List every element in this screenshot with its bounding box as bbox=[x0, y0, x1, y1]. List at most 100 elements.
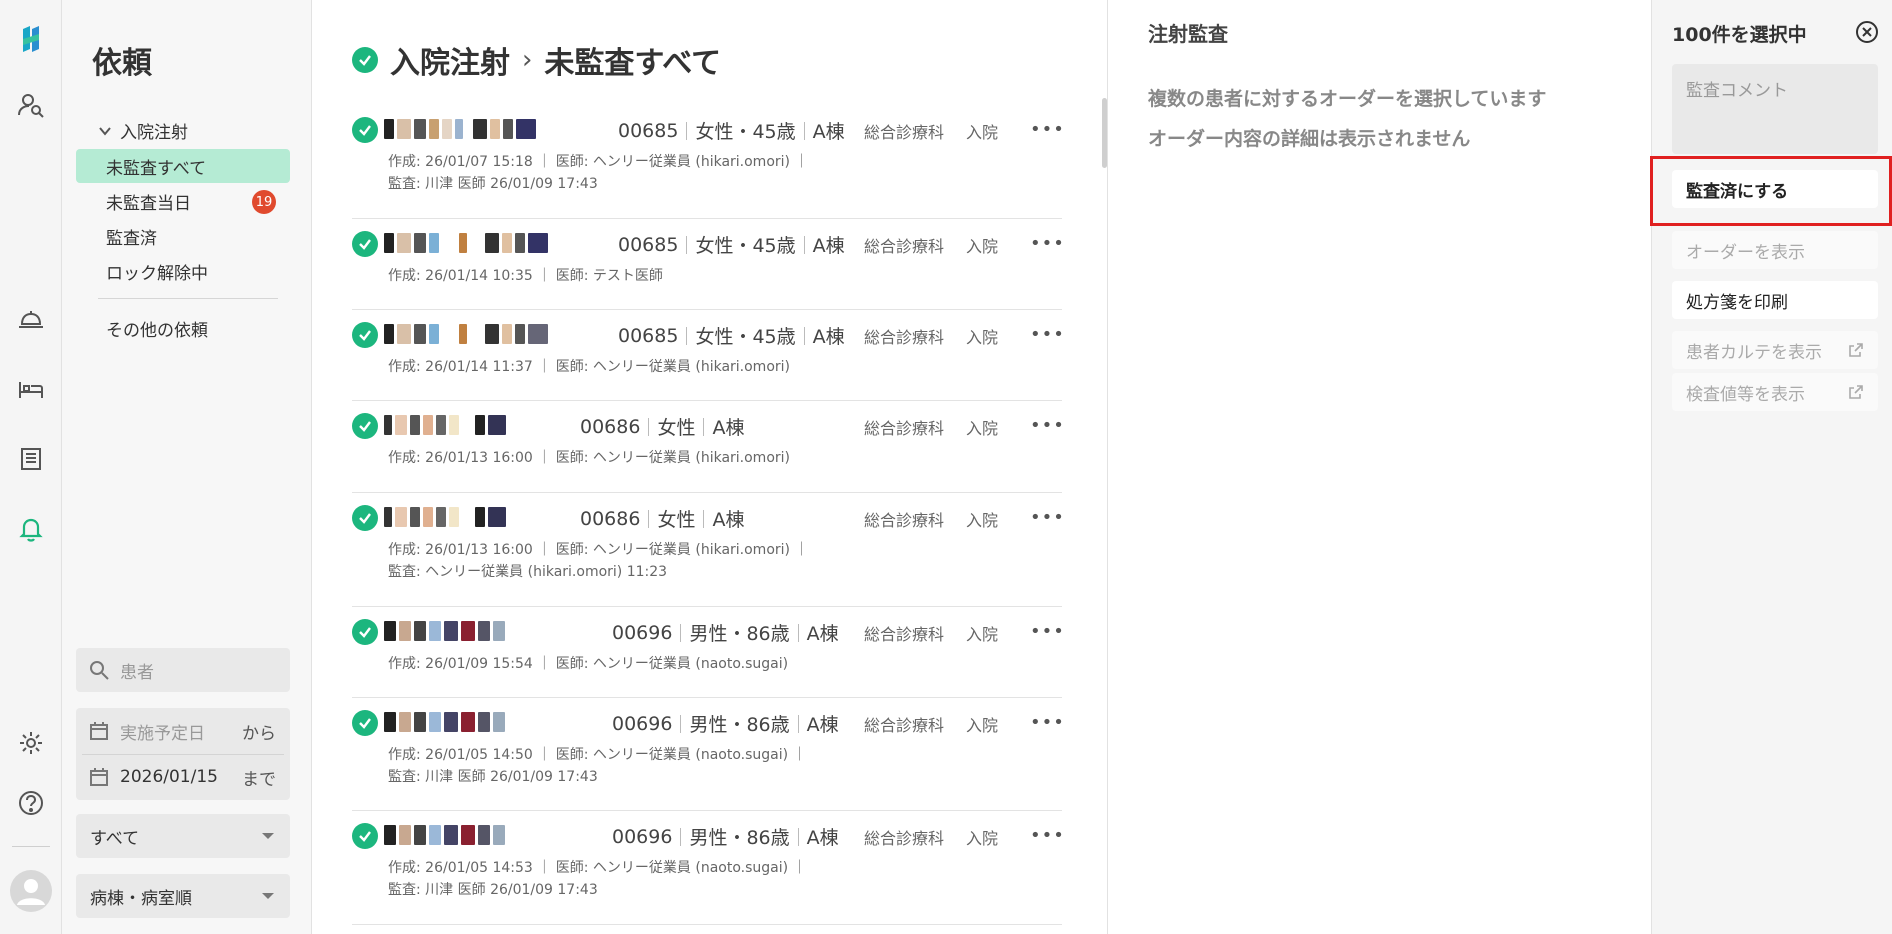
order-row[interactable]: 00696 男性・86歳 A棟 総合診療科 入院 ••• 作成: 26/01/09 15:5… bbox=[352, 607, 1065, 698]
reception-bell-icon[interactable] bbox=[0, 296, 62, 342]
redacted-name-block bbox=[462, 415, 472, 435]
row-check-icon[interactable] bbox=[352, 322, 378, 348]
select-all-check-icon[interactable] bbox=[352, 47, 378, 73]
sidebar: 依頼 入院注射 未監査すべて 未監査当日 19 監査済 ロック解除中 その他の依… bbox=[62, 0, 312, 934]
audit-comment-input[interactable]: 監査コメント bbox=[1672, 64, 1878, 154]
help-icon[interactable] bbox=[0, 780, 62, 826]
row-check-icon[interactable] bbox=[352, 505, 378, 531]
patient-sex-age: 女性・45歳 bbox=[695, 326, 796, 348]
date-to-field[interactable]: 2026/01/15 まで bbox=[76, 754, 290, 800]
row-check-icon[interactable] bbox=[352, 619, 378, 645]
status-filter-select[interactable]: すべて bbox=[76, 814, 290, 858]
redacted-name-block bbox=[414, 621, 426, 641]
close-circle-icon[interactable] bbox=[1855, 20, 1879, 44]
date-from-placeholder: 実施予定日 bbox=[120, 723, 205, 744]
redacted-name-block bbox=[384, 415, 392, 435]
sidebar-item-unaudited-all[interactable]: 未監査すべて bbox=[76, 149, 290, 183]
redacted-name-block bbox=[461, 712, 475, 732]
patient-search-icon[interactable] bbox=[0, 82, 62, 128]
divider bbox=[686, 326, 688, 345]
redacted-name-block bbox=[478, 825, 490, 845]
divider bbox=[648, 417, 650, 436]
visit-type-label: 入院 bbox=[966, 716, 999, 735]
more-options-icon[interactable]: ••• bbox=[1030, 233, 1065, 254]
order-row[interactable]: 00685 女性・45歳 A棟 総合診療科 入院 ••• 作成: 26/01/14 10:3… bbox=[352, 219, 1065, 310]
request-list-panel: 入院注射 › 未監査すべて 00685 女性・45歳 A棟 総合診療科 入院 ••• 作成:… bbox=[312, 0, 1107, 934]
row-check-icon[interactable] bbox=[352, 710, 378, 736]
order-row[interactable]: 00685 女性・45歳 A棟 総合診療科 入院 ••• 作成: 26/01/07 15:1… bbox=[352, 105, 1065, 219]
settings-gear-icon[interactable] bbox=[0, 720, 62, 766]
patient-ward: A棟 bbox=[712, 509, 745, 531]
redacted-name-block bbox=[384, 324, 394, 344]
order-meta: 作成: 26/01/05 14:50 ｜ 医師: ヘンリー従業員 (naoto.… bbox=[388, 744, 807, 788]
henry-logo-icon[interactable] bbox=[0, 16, 62, 62]
calendar-icon bbox=[90, 768, 108, 786]
more-options-icon[interactable]: ••• bbox=[1030, 507, 1065, 528]
patient-id: 00696 bbox=[612, 825, 673, 848]
patient-ward: A棟 bbox=[806, 714, 839, 736]
order-created-line: 作成: 26/01/09 15:54 ｜ 医師: ヘンリー従業員 (naoto.… bbox=[388, 656, 789, 672]
patient-summary: 00686 女性 A棟 bbox=[580, 413, 744, 440]
redacted-name-block bbox=[384, 233, 394, 253]
more-options-icon[interactable]: ••• bbox=[1030, 415, 1065, 436]
patient-ward: A棟 bbox=[812, 121, 845, 143]
sidebar-item-other-requests[interactable]: その他の依頼 bbox=[106, 316, 208, 341]
redacted-name-block bbox=[475, 415, 485, 435]
row-check-icon[interactable] bbox=[352, 413, 378, 439]
sort-order-select[interactable]: 病棟・病室順 bbox=[76, 874, 290, 918]
redacted-name-block bbox=[384, 507, 392, 527]
more-options-icon[interactable]: ••• bbox=[1030, 324, 1065, 345]
redacted-name-block bbox=[429, 621, 441, 641]
visit-type-label: 入院 bbox=[966, 829, 999, 848]
order-row[interactable]: 00686 女性 A棟 総合診療科 入院 ••• 作成: 26/01/13 16:00 ｜ … bbox=[352, 401, 1065, 493]
more-options-icon[interactable]: ••• bbox=[1030, 621, 1065, 642]
patient-sex-age: 男性・86歳 bbox=[689, 623, 790, 645]
show-test-results-button[interactable]: 検査値等を表示 bbox=[1672, 373, 1878, 411]
show-patient-chart-button[interactable]: 患者カルテを表示 bbox=[1672, 331, 1878, 369]
sidebar-group-inpatient-injection[interactable]: 入院注射 bbox=[98, 118, 188, 143]
more-options-icon[interactable]: ••• bbox=[1030, 119, 1065, 140]
show-order-button[interactable]: オーダーを表示 bbox=[1672, 231, 1878, 269]
more-options-icon[interactable]: ••• bbox=[1030, 712, 1065, 733]
list-icon[interactable] bbox=[0, 436, 62, 482]
divider bbox=[648, 509, 650, 528]
redacted-name-block bbox=[410, 415, 420, 435]
patient-ward: A棟 bbox=[806, 623, 839, 645]
department-label: 総合診療科 bbox=[864, 829, 945, 848]
order-row[interactable]: 00696 男性・86歳 A棟 総合診療科 入院 ••• 作成: 26/01/05 14:5… bbox=[352, 698, 1065, 811]
chevron-down-icon bbox=[99, 126, 111, 136]
redacted-name-block bbox=[429, 324, 439, 344]
row-check-icon[interactable] bbox=[352, 231, 378, 257]
order-row[interactable]: 00685 女性・45歳 A棟 総合診療科 入院 ••• 作成: 26/01/14 11:3… bbox=[352, 310, 1065, 401]
redacted-name-block bbox=[493, 712, 505, 732]
order-row[interactable]: 00686 女性 A棟 総合診療科 入院 ••• 作成: 26/01/13 16:00 ｜ … bbox=[352, 493, 1065, 607]
patient-ward: A棟 bbox=[812, 326, 845, 348]
selection-count: 100件を選択中 bbox=[1672, 24, 1807, 46]
order-row[interactable]: 00696 男性・86歳 A棟 総合診療科 入院 ••• 作成: 26/01/05 14:5… bbox=[352, 811, 1065, 925]
sidebar-item-unaudited-today[interactable]: 未監査当日 19 bbox=[76, 184, 290, 218]
order-meta: 作成: 26/01/13 16:00 ｜ 医師: ヘンリー従業員 (hikari… bbox=[388, 539, 808, 583]
sidebar-divider bbox=[98, 298, 278, 299]
patient-id: 00685 bbox=[618, 119, 679, 142]
patient-search-input[interactable]: 患者 bbox=[76, 648, 290, 692]
sidebar-item-audited[interactable]: 監査済 bbox=[76, 219, 290, 253]
patient-summary: 00696 男性・86歳 A棟 bbox=[612, 619, 839, 646]
sidebar-item-label: 未監査すべて bbox=[106, 158, 207, 179]
user-avatar-icon[interactable] bbox=[0, 868, 62, 914]
print-prescription-button[interactable]: 処方箋を印刷 bbox=[1672, 281, 1878, 319]
row-check-icon[interactable] bbox=[352, 117, 378, 143]
select-value: すべて bbox=[90, 828, 140, 849]
date-from-field[interactable]: 実施予定日 から bbox=[76, 708, 290, 754]
redacted-name-block bbox=[395, 415, 407, 435]
date-to-suffix: まで bbox=[242, 769, 276, 790]
bed-icon[interactable] bbox=[0, 366, 62, 412]
department-label: 総合診療科 bbox=[864, 123, 945, 142]
sidebar-item-unlocked[interactable]: ロック解除中 bbox=[76, 254, 290, 288]
redacted-name-block bbox=[414, 119, 426, 139]
redacted-name-block bbox=[442, 324, 456, 344]
more-options-icon[interactable]: ••• bbox=[1030, 825, 1065, 846]
row-check-icon[interactable] bbox=[352, 823, 378, 849]
redacted-name-block bbox=[414, 233, 426, 253]
notification-bell-icon[interactable] bbox=[0, 506, 62, 552]
patient-id: 00696 bbox=[612, 621, 673, 644]
